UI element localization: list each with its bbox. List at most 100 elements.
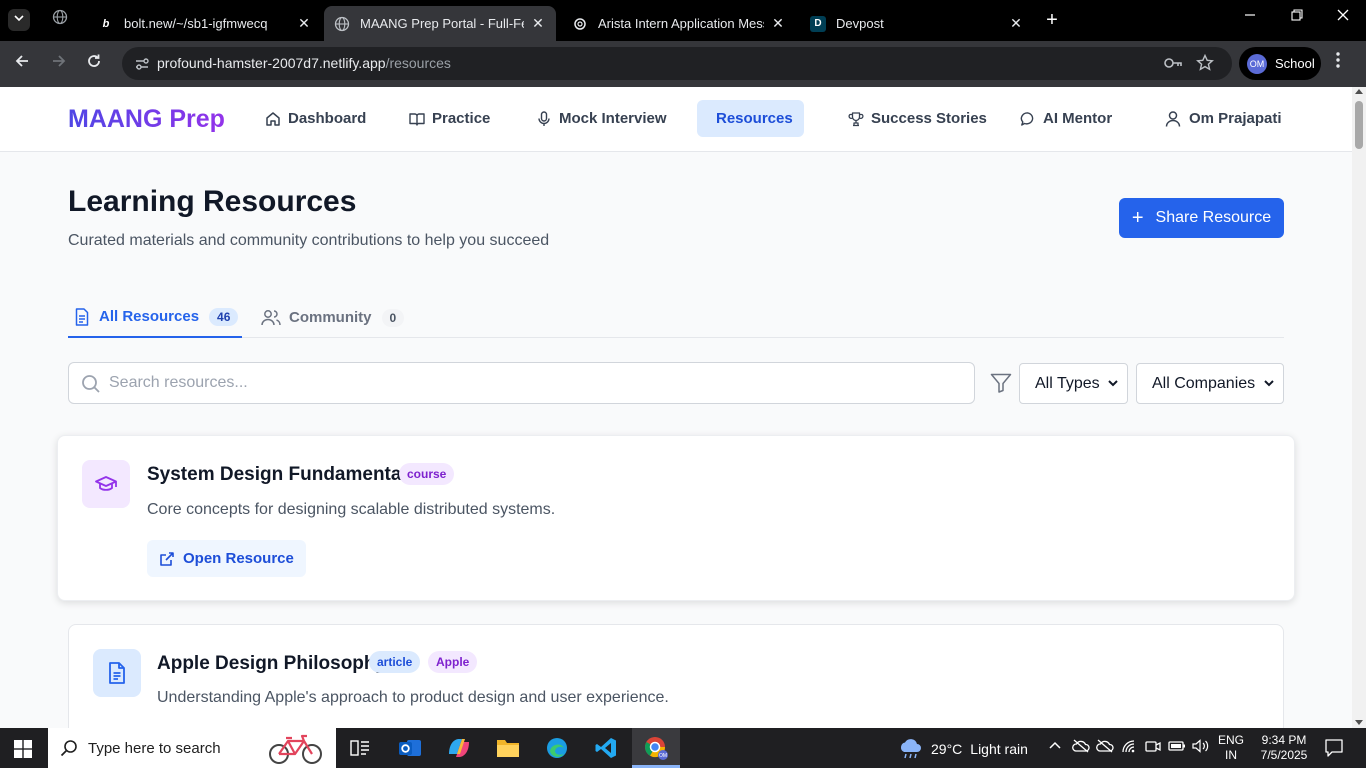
browser-tab-bolt[interactable]: b bolt.new/~/sb1-igfmwecq ✕ <box>88 6 322 41</box>
close-tab-icon[interactable]: ✕ <box>770 15 786 32</box>
nav-ai-mentor[interactable]: AI Mentor <box>1008 100 1124 137</box>
nav-label: Om Prajapati <box>1189 110 1282 127</box>
show-hidden-icons-chevron-icon[interactable] <box>1048 739 1062 756</box>
volume-icon[interactable] <box>1192 739 1210 756</box>
resource-card[interactable]: System Design Fundamentals course Core c… <box>57 435 1295 601</box>
tabs-divider <box>68 337 1284 338</box>
bicycle-search-highlight-icon <box>269 734 322 764</box>
chat-bubble-icon <box>1020 111 1034 126</box>
close-tab-icon[interactable]: ✕ <box>296 15 312 32</box>
profile-button[interactable]: OM School <box>1239 47 1321 80</box>
filter-icon <box>990 373 1012 393</box>
close-tab-icon[interactable]: ✕ <box>530 15 546 32</box>
tab-group-globe-icon[interactable] <box>48 9 72 28</box>
scroll-down-arrow-icon[interactable] <box>1355 720 1363 725</box>
rain-cloud-icon <box>900 739 921 759</box>
new-tab-plus-icon[interactable]: + <box>1042 10 1062 30</box>
region-code: IN <box>1225 748 1237 762</box>
notification-center-icon[interactable] <box>1324 738 1344 763</box>
share-resource-button[interactable]: + Share Resource <box>1119 198 1284 238</box>
address-bar[interactable]: profound-hamster-2007d7.netlify.app/reso… <box>122 47 1232 80</box>
app-navbar: MAANG Prep Dashboard Practice Mock Inter… <box>0 87 1352 152</box>
avatar: OM <box>1247 53 1267 74</box>
tab-title: MAANG Prep Portal - Full-Featu <box>360 16 524 31</box>
restore-icon[interactable] <box>1285 8 1309 24</box>
resource-title[interactable]: System Design Fundamentals <box>147 464 417 486</box>
chevron-down-icon <box>14 15 24 22</box>
share-resource-label: Share Resource <box>1155 209 1272 226</box>
resource-card[interactable]: Apple Design Philosophy article Apple Un… <box>68 624 1284 728</box>
windows-taskbar: Type here to search OM 29°C Light rain E… <box>0 728 1366 768</box>
open-resource-button[interactable]: Open Resource <box>147 540 306 577</box>
nav-label: Dashboard <box>288 110 367 127</box>
wifi-icon[interactable] <box>1121 739 1137 756</box>
clock-date: 7/5/2025 <box>1260 748 1308 762</box>
browser-tab-arista[interactable]: Arista Intern Application Messa ✕ <box>562 6 796 41</box>
system-clock[interactable]: 9:34 PM 7/5/2025 <box>1258 733 1310 763</box>
chevron-down-icon <box>1264 380 1274 387</box>
nav-user-profile[interactable]: Om Prajapati <box>1152 100 1294 137</box>
taskbar-search-placeholder: Type here to search <box>88 739 221 757</box>
company-filter-select[interactable]: All Companies <box>1136 363 1284 404</box>
tab-community[interactable]: Community 0 <box>261 297 405 338</box>
input-language[interactable]: ENG IN <box>1218 733 1244 763</box>
browser-menu-icon[interactable] <box>1335 51 1341 74</box>
devpost-favicon-icon: D <box>810 15 826 32</box>
tab-all-resources[interactable]: All Resources 46 <box>68 297 243 338</box>
windows-start-icon[interactable] <box>14 740 32 763</box>
weather-widget[interactable]: 29°C Light rain <box>897 738 1028 760</box>
vscode-app-icon[interactable] <box>592 734 620 762</box>
microphone-icon <box>538 110 550 126</box>
resource-type-badge: course <box>399 463 455 485</box>
tab-title: Arista Intern Application Messa <box>598 16 764 31</box>
nav-label: Resources <box>716 110 793 127</box>
url-host: profound-hamster-2007d7.netlify.app <box>157 55 386 71</box>
nav-success-stories[interactable]: Success Stories <box>836 100 999 137</box>
svg-text:OM: OM <box>659 753 667 759</box>
password-key-icon[interactable] <box>1163 54 1183 76</box>
minimize-icon[interactable] <box>1238 8 1262 24</box>
close-window-icon[interactable] <box>1331 8 1355 24</box>
type-filter-select[interactable]: All Types <box>1019 363 1128 404</box>
bolt-favicon-icon: b <box>102 17 110 30</box>
search-box <box>68 362 975 404</box>
onedrive-cloud-icon[interactable] <box>1072 739 1090 756</box>
resource-title[interactable]: Apple Design Philosophy <box>157 653 386 675</box>
page-scrollbar[interactable] <box>1352 87 1366 728</box>
graduation-cap-icon <box>95 476 117 491</box>
nav-resources[interactable]: Resources <box>697 100 804 137</box>
copilot-app-icon[interactable] <box>445 734 473 762</box>
user-icon <box>1165 110 1181 127</box>
bookmark-star-icon[interactable] <box>1196 53 1214 76</box>
tab-label: Community <box>289 309 372 326</box>
reload-icon[interactable] <box>83 53 105 75</box>
browser-tab-devpost[interactable]: D Devpost ✕ <box>800 6 1034 41</box>
close-tab-icon[interactable]: ✕ <box>1008 15 1024 32</box>
forward-arrow-icon[interactable] <box>48 53 70 75</box>
nav-practice[interactable]: Practice <box>397 100 502 137</box>
nav-dashboard[interactable]: Dashboard <box>253 100 378 137</box>
onedrive-cloud-icon[interactable] <box>1096 739 1114 756</box>
site-info-icon[interactable] <box>134 56 150 72</box>
back-arrow-icon[interactable] <box>11 53 33 75</box>
file-explorer-icon[interactable] <box>494 734 522 762</box>
task-view-icon[interactable] <box>346 734 374 762</box>
resource-company-badge: Apple <box>428 651 478 673</box>
tab-search-button[interactable] <box>8 9 30 31</box>
book-open-icon <box>409 112 425 126</box>
brand-logo[interactable]: MAANG Prep <box>68 105 225 134</box>
search-input[interactable] <box>109 363 959 403</box>
users-icon <box>261 309 281 325</box>
browser-toolbar: profound-hamster-2007d7.netlify.app/reso… <box>0 41 1366 87</box>
scroll-up-arrow-icon[interactable] <box>1355 89 1363 94</box>
scroll-thumb[interactable] <box>1355 101 1363 149</box>
browser-tab-bar: b bolt.new/~/sb1-igfmwecq ✕ MAANG Prep P… <box>0 0 1366 41</box>
weather-temperature: 29°C <box>931 741 963 757</box>
battery-icon[interactable] <box>1168 739 1186 756</box>
nav-mock-interview[interactable]: Mock Interview <box>524 100 679 137</box>
browser-tab-maang[interactable]: MAANG Prep Portal - Full-Featu ✕ <box>324 6 556 41</box>
edge-browser-icon[interactable] <box>543 734 571 762</box>
meet-now-icon[interactable] <box>1145 739 1161 756</box>
chrome-app-icon[interactable]: OM <box>642 734 670 762</box>
outlook-app-icon[interactable] <box>396 734 424 762</box>
